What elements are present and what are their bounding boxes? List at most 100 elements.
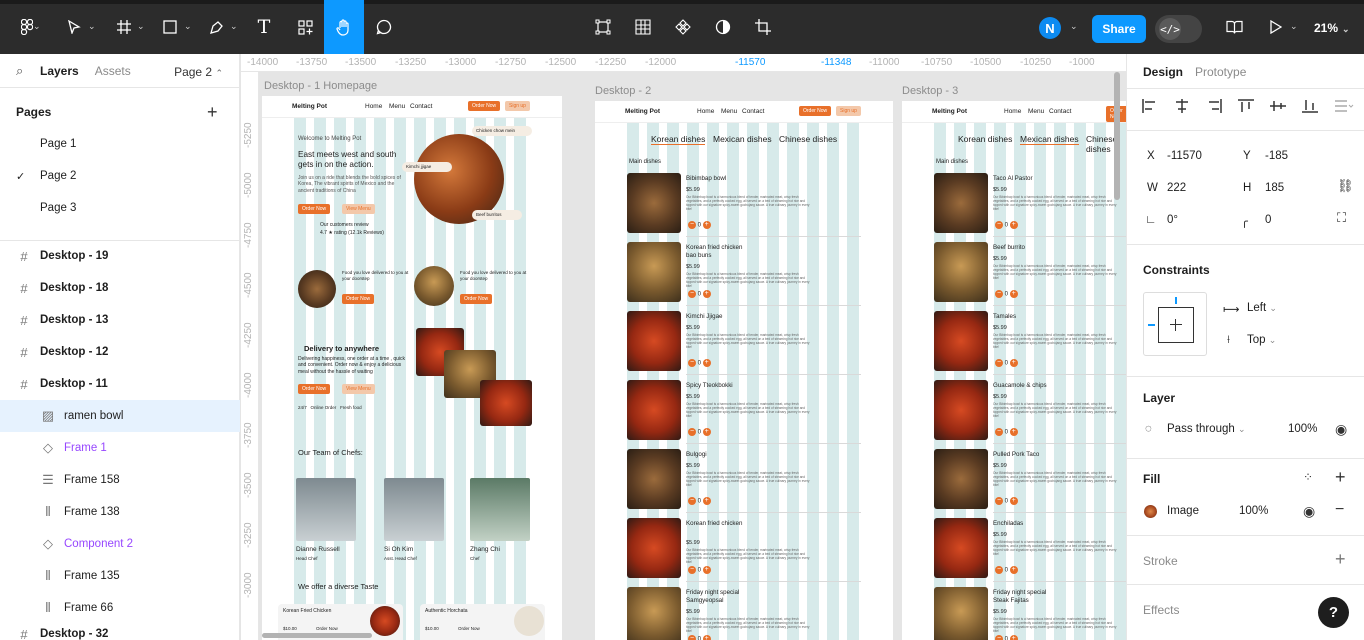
layer-item-frame-158[interactable]: ☰ Frame 158 [0, 464, 240, 496]
layer-item-desktop-32[interactable]: # Desktop - 32 [0, 624, 240, 640]
menu-item-name: Bulgogi [686, 451, 707, 458]
add-page-icon[interactable]: + [207, 102, 218, 123]
remove-fill-icon[interactable]: − [1335, 501, 1344, 519]
share-button[interactable]: Share [1092, 15, 1146, 43]
rotation-field[interactable]: 0° [1167, 214, 1178, 226]
page-item-2[interactable]: ✓ Page 2 [0, 160, 240, 192]
chevron-down-icon[interactable]: ⌄ [230, 21, 238, 32]
styles-grid-icon[interactable]: ⁘ [1303, 470, 1313, 484]
tab-assets[interactable]: Assets [95, 64, 131, 78]
layer-label: Frame 66 [64, 602, 114, 614]
constrain-proportions-icon[interactable]: ⛓ [1337, 178, 1354, 194]
badge-online: Online Order [310, 405, 337, 410]
align-horizontal-center-icon[interactable] [1173, 98, 1191, 114]
nav-contact: Contact [410, 103, 433, 110]
chevron-down-icon[interactable]: ⌄ [33, 21, 41, 32]
frame-tool-icon[interactable] [112, 10, 136, 44]
layer-item-frame-66[interactable]: ⦀ Frame 66 [0, 592, 240, 624]
eye-icon[interactable]: ◉ [1335, 421, 1347, 438]
present-play-icon[interactable] [1264, 10, 1288, 44]
desktop-3-frame[interactable]: Melting Pot Home Menu Contact Order Now … [902, 101, 1126, 640]
page-item-label: Page 3 [40, 202, 77, 214]
horizontal-constraint-select[interactable]: Left ⌄ [1247, 302, 1277, 314]
layout-grid-icon[interactable] [631, 10, 655, 44]
page-selector[interactable]: Page 2 ⌃ [174, 65, 223, 79]
canvas-horizontal-scrollbar[interactable] [262, 633, 372, 638]
chevron-down-icon: ⌄ [1237, 424, 1246, 434]
layer-item-desktop-13[interactable]: # Desktop - 13 [0, 304, 240, 336]
fill-type-label[interactable]: Image [1167, 505, 1199, 517]
comment-tool-icon[interactable] [372, 10, 396, 44]
tab-design[interactable]: Design [1143, 65, 1183, 79]
add-stroke-icon[interactable]: + [1335, 549, 1346, 570]
rectangle-tool-icon[interactable] [158, 10, 182, 44]
tab-layers[interactable]: Layers [40, 64, 79, 78]
x-field[interactable]: -11570 [1167, 150, 1202, 162]
layer-item-component-2[interactable]: ◇ Component 2 [0, 528, 240, 560]
blend-mode-select[interactable]: Pass through ⌄ [1167, 423, 1246, 435]
align-vertical-center-icon[interactable] [1269, 98, 1287, 114]
canvas-vertical-scrollbar[interactable] [1114, 72, 1120, 200]
chevron-down-icon[interactable]: ⌄ [1070, 21, 1078, 32]
add-fill-icon[interactable]: + [1335, 467, 1346, 488]
layer-item-frame-1[interactable]: ◇ Frame 1 [0, 432, 240, 464]
menu-divider [686, 512, 861, 513]
zoom-level[interactable]: 21% ⌄ [1314, 21, 1350, 35]
corner-radius-field[interactable]: 0 [1265, 214, 1271, 226]
move-tool-icon[interactable] [62, 10, 86, 44]
fill-opacity-field[interactable]: 100% [1239, 505, 1268, 517]
nav-order-button: Order Now [799, 106, 832, 116]
menu-divider [993, 581, 1126, 582]
independent-corners-icon[interactable]: ⛶ [1337, 210, 1346, 226]
search-icon[interactable]: ⌕ [16, 63, 23, 79]
homepage-frame[interactable]: Melting Pot Home Menu Contact Order Now … [262, 96, 562, 640]
chevron-down-icon[interactable]: ⌄ [1290, 21, 1298, 32]
layer-item-desktop-19[interactable]: # Desktop - 19 [0, 240, 240, 272]
chevron-down-icon[interactable]: ⌄ [88, 21, 96, 32]
tab-prototype[interactable]: Prototype [1195, 65, 1246, 79]
component-icon[interactable] [671, 10, 695, 44]
user-avatar[interactable]: N [1039, 17, 1061, 39]
layer-item-frame-138[interactable]: ⦀ Frame 138 [0, 496, 240, 528]
layer-item-ramen-bowl[interactable]: ▨ ramen bowl [0, 400, 240, 432]
page-item-3[interactable]: Page 3 [0, 192, 240, 224]
align-top-icon[interactable] [1237, 98, 1255, 114]
chevron-down-icon[interactable]: ⌄ [137, 21, 145, 32]
menu-tab-korean: Korean dishes [651, 134, 706, 145]
layer-opacity-field[interactable]: 100% [1288, 423, 1317, 435]
layer-item-desktop-18[interactable]: # Desktop - 18 [0, 272, 240, 304]
constraints-widget[interactable] [1143, 292, 1207, 356]
align-right-icon[interactable] [1205, 98, 1223, 114]
width-field[interactable]: 222 [1167, 182, 1186, 194]
layer-item-desktop-12[interactable]: # Desktop - 12 [0, 336, 240, 368]
frame-label-desktop-2[interactable]: Desktop - 2 [595, 85, 651, 97]
fill-image-swatch[interactable] [1144, 505, 1157, 518]
vertical-constraint-select[interactable]: Top ⌄ [1247, 334, 1276, 346]
layer-item-desktop-11[interactable]: # Desktop - 11 [0, 368, 240, 400]
chevron-down-icon[interactable]: ⌄ [184, 21, 192, 32]
plus-icon: + [1009, 566, 1018, 574]
crop-icon[interactable] [751, 10, 775, 44]
distribute-icon[interactable] [1333, 98, 1355, 114]
help-button[interactable]: ? [1318, 597, 1349, 628]
desktop-2-frame[interactable]: Melting Pot Home Menu Contact Order Now … [595, 101, 893, 640]
text-tool-icon[interactable]: T [252, 10, 276, 44]
y-field[interactable]: -185 [1265, 150, 1288, 162]
layer-item-frame-135[interactable]: ⦀ Frame 135 [0, 560, 240, 592]
eye-icon[interactable]: ◉ [1303, 503, 1315, 520]
canvas[interactable]: Desktop - 1 Homepage Desktop - 2 Desktop… [259, 72, 1126, 640]
align-left-icon[interactable] [1141, 98, 1159, 114]
h-constraint-value: Left [1247, 302, 1267, 314]
resources-icon[interactable] [293, 10, 317, 44]
pen-tool-icon[interactable] [204, 10, 228, 44]
height-field[interactable]: 185 [1265, 182, 1284, 194]
dev-mode-toggle[interactable]: </> [1155, 15, 1202, 43]
frame-label-homepage[interactable]: Desktop - 1 Homepage [264, 80, 377, 92]
frame-label-desktop-3[interactable]: Desktop - 3 [902, 85, 958, 97]
library-icon[interactable] [1222, 10, 1246, 44]
hand-tool-icon[interactable] [324, 0, 364, 54]
page-item-1[interactable]: Page 1 [0, 128, 240, 160]
edit-object-icon[interactable] [591, 10, 615, 44]
mask-icon[interactable] [711, 10, 735, 44]
align-bottom-icon[interactable] [1301, 98, 1319, 114]
